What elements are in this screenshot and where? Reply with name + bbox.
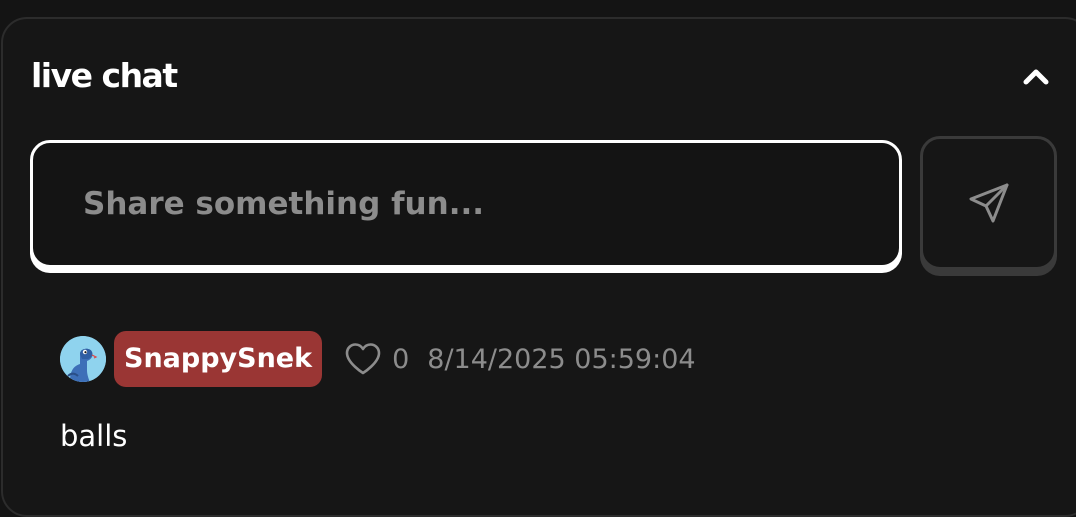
chevron-up-icon: [1023, 69, 1049, 85]
chat-input-wrapper: [30, 140, 902, 273]
collapse-button[interactable]: [1018, 60, 1054, 92]
like-count: 0: [392, 343, 410, 375]
like-button[interactable]: 0: [344, 342, 409, 376]
send-icon: [969, 183, 1008, 223]
chat-title: live chat: [31, 56, 178, 95]
heart-icon: [345, 343, 381, 375]
avatar[interactable]: [60, 336, 106, 382]
message-timestamp: 8/14/2025 05:59:04: [427, 343, 696, 375]
message-meta: SnappySnek 0 8/14/2025 05:59:04: [60, 330, 1020, 388]
chat-message: SnappySnek 0 8/14/2025 05:59:04 balls: [60, 330, 1020, 454]
username-badge[interactable]: SnappySnek: [114, 331, 323, 387]
snake-avatar-icon: [60, 336, 106, 382]
send-button-wrapper: [920, 136, 1057, 276]
message-text: balls: [60, 419, 128, 453]
send-button[interactable]: [920, 136, 1057, 270]
chat-message-input[interactable]: [30, 140, 902, 268]
